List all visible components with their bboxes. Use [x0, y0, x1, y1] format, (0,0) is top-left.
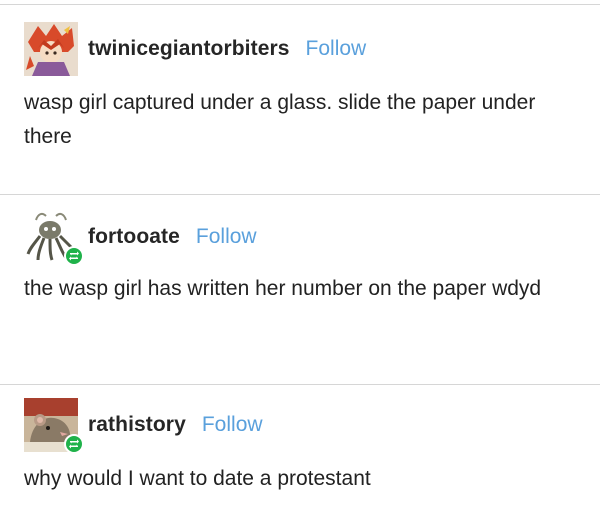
post-3-header: rathistory Follow: [24, 398, 263, 454]
username[interactable]: rathistory: [88, 413, 186, 437]
reblog-icon: [64, 246, 84, 266]
follow-button[interactable]: Follow: [196, 225, 257, 249]
post-2: fortooate Follow the wasp girl has writt…: [0, 194, 600, 384]
squid-monster-avatar-icon[interactable]: [24, 210, 84, 266]
post-text: the wasp girl has written her number on …: [24, 277, 542, 300]
rat-avatar-icon[interactable]: [24, 398, 84, 454]
username[interactable]: fortooate: [88, 225, 180, 249]
follow-button[interactable]: Follow: [306, 37, 367, 61]
post-1: twinicegiantorbiters Follow wasp girl ca…: [0, 0, 600, 194]
anime-character-avatar-icon[interactable]: [24, 22, 78, 76]
post-2-header: fortooate Follow: [24, 210, 257, 266]
post-1-header: twinicegiantorbiters Follow: [24, 22, 366, 76]
follow-button[interactable]: Follow: [202, 413, 263, 437]
reblog-icon: [64, 434, 84, 454]
post-text: wasp girl captured under a glass. slide …: [24, 91, 536, 148]
post-text: why would I want to date a protestant: [24, 467, 371, 490]
post-3: rathistory Follow why would I want to da…: [0, 384, 600, 520]
username[interactable]: twinicegiantorbiters: [88, 37, 290, 61]
